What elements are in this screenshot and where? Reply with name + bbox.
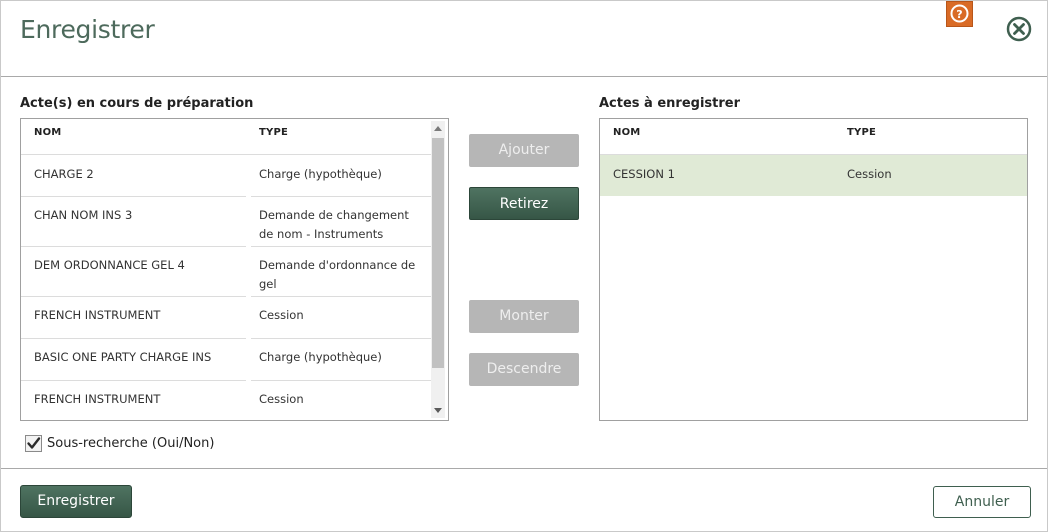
- help-icon: ?: [950, 4, 969, 23]
- subsearch-checkbox[interactable]: [25, 435, 42, 452]
- table-row-selected[interactable]: CESSION 1 Cession: [600, 155, 1027, 196]
- close-button[interactable]: [1006, 16, 1032, 42]
- cell-nom: BASIC ONE PARTY CHARGE INS: [34, 350, 212, 364]
- add-button[interactable]: Ajouter: [469, 134, 579, 167]
- save-dialog: Enregistrer ? Acte(s) en cours de prépar…: [0, 0, 1048, 532]
- table-scrollbar[interactable]: [431, 121, 445, 418]
- cell-nom: DEM ORDONNANCE GEL 4: [34, 258, 185, 272]
- left-section-label: Acte(s) en cours de préparation: [20, 96, 254, 111]
- column-header-type: TYPE: [259, 127, 289, 138]
- svg-text:?: ?: [956, 8, 962, 21]
- table-row[interactable]: DEM ORDONNANCE GEL 4 Demande d'ordonnanc…: [21, 247, 431, 296]
- cell-type: Demande d'ordonnance de gel: [259, 258, 416, 291]
- acts-in-preparation-table: NOM TYPE CHARGE 2 Charge (hypothèque) CH…: [20, 118, 449, 421]
- cell-nom: CESSION 1: [613, 167, 675, 181]
- cell-nom: CHAN NOM INS 3: [34, 208, 133, 222]
- column-header-type: TYPE: [847, 127, 877, 138]
- checkmark-icon: [27, 437, 41, 449]
- move-down-button[interactable]: Descendre: [469, 353, 579, 386]
- right-section-label: Actes à enregistrer: [599, 96, 741, 111]
- save-button[interactable]: Enregistrer: [20, 485, 132, 518]
- scroll-up-arrow-icon[interactable]: [434, 126, 442, 131]
- cell-type: Cession: [847, 167, 892, 181]
- cell-type: Demande de changement de nom - Instrumen…: [259, 208, 409, 241]
- cell-type: Cession: [259, 308, 304, 322]
- footer-divider: [1, 468, 1047, 469]
- table-row[interactable]: FRENCH INSTRUMENT Cession: [21, 297, 431, 338]
- close-icon: [1006, 16, 1032, 42]
- table-row[interactable]: CHARGE 2 Charge (hypothèque): [21, 155, 431, 196]
- table-row[interactable]: BASIC ONE PARTY CHARGE INS Charge (hypot…: [21, 339, 431, 380]
- remove-button[interactable]: Retirez: [469, 187, 579, 220]
- help-button[interactable]: ?: [946, 1, 973, 27]
- cell-nom: FRENCH INSTRUMENT: [34, 308, 161, 322]
- cell-nom: CHARGE 2: [34, 167, 94, 181]
- cancel-button[interactable]: Annuler: [933, 486, 1031, 518]
- header-divider: [1, 76, 1047, 77]
- subsearch-label: Sous-recherche (Oui/Non): [47, 436, 215, 451]
- acts-to-register-table: NOM TYPE CESSION 1 Cession: [599, 118, 1028, 421]
- move-up-button[interactable]: Monter: [469, 300, 579, 333]
- dialog-title: Enregistrer: [20, 15, 155, 44]
- scrollbar-thumb[interactable]: [432, 138, 444, 368]
- cell-type: Charge (hypothèque): [259, 167, 382, 181]
- cell-type: Cession: [259, 392, 304, 406]
- cell-type: Charge (hypothèque): [259, 350, 382, 364]
- scroll-down-arrow-icon[interactable]: [434, 408, 442, 413]
- table-row[interactable]: FRENCH INSTRUMENT Cession: [21, 381, 431, 420]
- cell-nom: FRENCH INSTRUMENT: [34, 392, 161, 406]
- column-header-nom: NOM: [613, 127, 641, 138]
- column-header-nom: NOM: [34, 127, 62, 138]
- table-row[interactable]: CHAN NOM INS 3 Demande de changement de …: [21, 197, 431, 246]
